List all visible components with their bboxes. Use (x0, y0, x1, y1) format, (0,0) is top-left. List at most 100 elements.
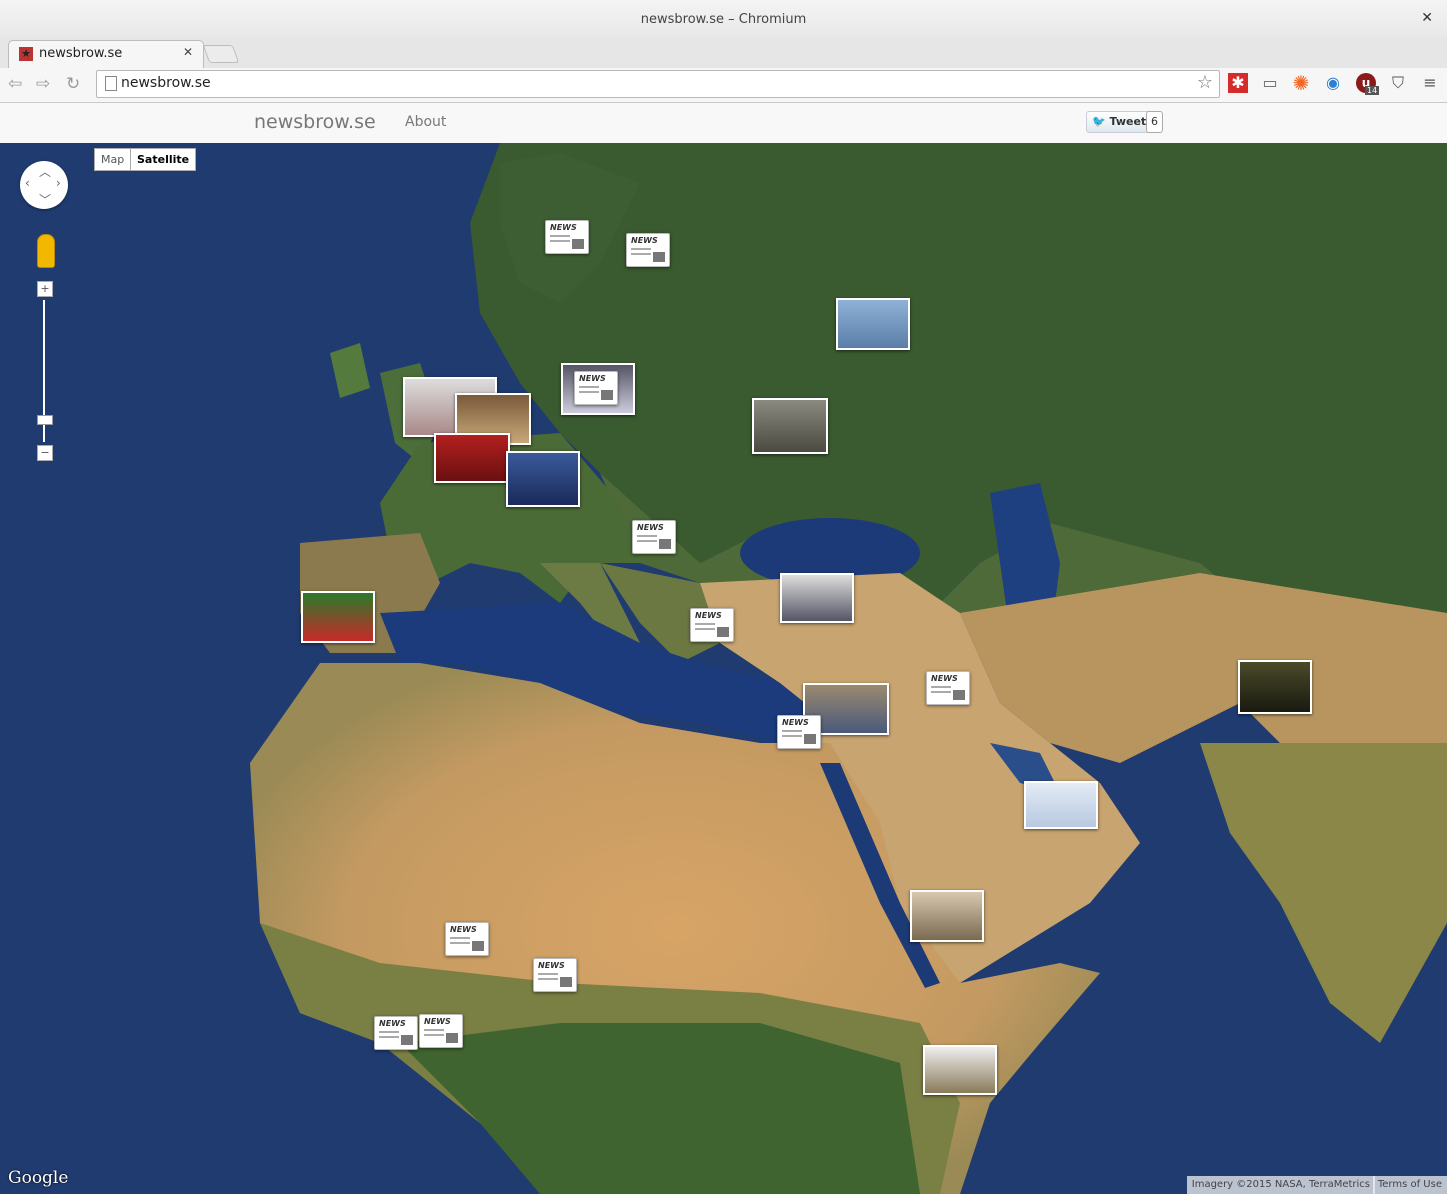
forward-icon[interactable]: ⇨ (36, 74, 50, 94)
news-marker-label: NEWS (424, 1017, 451, 1026)
news-photo-marker[interactable] (301, 591, 375, 643)
text-line (782, 735, 802, 737)
page-icon (105, 76, 117, 91)
text-line (424, 1034, 444, 1036)
news-photo-icon (446, 1033, 458, 1043)
text-line (782, 730, 802, 732)
news-photo-marker[interactable] (434, 433, 510, 483)
news-photo-icon (572, 239, 584, 249)
news-marker[interactable]: NEWS (374, 1016, 418, 1050)
favicon-star-icon: ★ (19, 47, 33, 61)
window-close-icon[interactable]: ✕ (1421, 10, 1433, 26)
news-marker-label: NEWS (695, 611, 722, 620)
tab-label: newsbrow.se (39, 46, 123, 61)
extension-circle-icon[interactable]: ◉ (1323, 73, 1343, 93)
news-photo-icon (601, 390, 613, 400)
news-marker[interactable]: NEWS (632, 520, 676, 554)
news-photo-icon (953, 690, 965, 700)
news-marker[interactable]: NEWS (777, 715, 821, 749)
window-titlebar: newsbrow.se – Chromium ✕ (0, 0, 1447, 38)
map-type-satellite-button[interactable]: Satellite (130, 148, 197, 171)
twitter-bird-icon: 🐦 (1092, 115, 1106, 128)
map-type-map-button[interactable]: Map (94, 148, 132, 171)
news-photo-icon (653, 252, 665, 262)
text-line (637, 535, 657, 537)
text-line (695, 628, 715, 630)
window-title: newsbrow.se – Chromium (640, 12, 807, 27)
news-marker-label: NEWS (637, 523, 664, 532)
news-photo-marker[interactable] (752, 398, 828, 454)
tweet-button[interactable]: 🐦 Tweet (1086, 111, 1153, 133)
text-line (631, 248, 651, 250)
news-photo-icon (804, 734, 816, 744)
extension-sun-icon[interactable]: ✺ (1291, 73, 1311, 93)
news-photo-marker[interactable] (1238, 660, 1312, 714)
tab-newsbrowse[interactable]: ★ newsbrow.se ✕ (8, 40, 204, 68)
zoom-in-button[interactable]: + (37, 281, 53, 297)
street-view-pegman-icon[interactable] (37, 234, 55, 268)
news-marker[interactable]: NEWS (926, 671, 970, 705)
terms-of-use-link[interactable]: Terms of Use (1372, 1176, 1447, 1194)
text-line (695, 623, 715, 625)
back-icon[interactable]: ⇦ (8, 74, 22, 94)
tweet-count: 6 (1146, 111, 1163, 133)
map-canvas[interactable]: Map Satellite ︿ ﹀ ‹ › + − NEWS NEWS NEWS… (0, 143, 1447, 1194)
news-photo-marker[interactable] (910, 890, 984, 942)
news-marker[interactable]: NEWS (626, 233, 670, 267)
text-line (450, 937, 470, 939)
pan-up-icon[interactable]: ︿ (39, 163, 51, 180)
omnibox-url[interactable]: newsbrow.se (121, 75, 211, 91)
text-line (931, 686, 951, 688)
text-line (538, 973, 558, 975)
google-logo: Google (8, 1168, 69, 1188)
new-tab-button[interactable] (202, 45, 240, 63)
site-brand[interactable]: newsbrow.se (254, 111, 376, 133)
text-line (579, 391, 599, 393)
bookmark-star-icon[interactable]: ☆ (1197, 72, 1213, 93)
pan-right-icon[interactable]: › (56, 176, 61, 190)
pan-down-icon[interactable]: ﹀ (39, 191, 51, 208)
news-marker[interactable]: NEWS (533, 958, 577, 992)
about-link[interactable]: About (405, 114, 446, 130)
news-marker[interactable]: NEWS (545, 220, 589, 254)
zoom-out-button[interactable]: − (37, 445, 53, 461)
news-marker[interactable]: NEWS (574, 371, 618, 405)
news-photo-icon (659, 539, 671, 549)
news-marker[interactable]: NEWS (419, 1014, 463, 1048)
news-marker[interactable]: NEWS (445, 922, 489, 956)
omnibox[interactable]: newsbrow.se ☆ (96, 70, 1220, 98)
news-marker[interactable]: NEWS (690, 608, 734, 642)
news-marker-label: NEWS (931, 674, 958, 683)
text-line (450, 942, 470, 944)
news-marker-label: NEWS (631, 236, 658, 245)
news-marker-label: NEWS (538, 961, 565, 970)
pan-control[interactable]: ︿ ﹀ ‹ › (20, 161, 68, 209)
news-photo-marker[interactable] (506, 451, 580, 507)
text-line (550, 235, 570, 237)
text-line (424, 1029, 444, 1031)
imagery-attribution: Imagery ©2015 NASA, TerraMetrics (1186, 1176, 1375, 1194)
menu-icon[interactable]: ≡ (1420, 73, 1440, 93)
cast-icon[interactable]: ▭ (1260, 73, 1280, 93)
tab-strip: ★ newsbrow.se ✕ (0, 38, 1447, 68)
zoom-slider-knob[interactable] (37, 415, 53, 425)
reload-icon[interactable]: ↻ (66, 74, 80, 94)
text-line (550, 240, 570, 242)
news-photo-marker[interactable] (836, 298, 910, 350)
ublock-badge: 14 (1365, 86, 1380, 95)
pocket-icon[interactable]: ⛉ (1388, 73, 1408, 93)
pan-left-icon[interactable]: ‹ (25, 176, 30, 190)
news-photo-icon (560, 977, 572, 987)
news-marker-label: NEWS (379, 1019, 406, 1028)
extension-asterisk-icon[interactable]: ✱ (1228, 73, 1248, 93)
news-marker-label: NEWS (450, 925, 477, 934)
tab-close-icon[interactable]: ✕ (183, 45, 193, 59)
text-line (538, 978, 558, 980)
browser-toolbar: ⇦ ⇨ ↻ newsbrow.se ☆ ✱ ▭ ✺ ◉ u 14 ⛉ ≡ (0, 68, 1447, 103)
news-photo-marker[interactable] (1024, 781, 1098, 829)
news-photo-marker[interactable] (923, 1045, 997, 1095)
news-photo-marker[interactable] (780, 573, 854, 623)
news-photo-icon (472, 941, 484, 951)
site-navbar: newsbrow.se About 🐦 Tweet 6 (0, 103, 1447, 144)
tweet-label: Tweet (1109, 115, 1147, 128)
